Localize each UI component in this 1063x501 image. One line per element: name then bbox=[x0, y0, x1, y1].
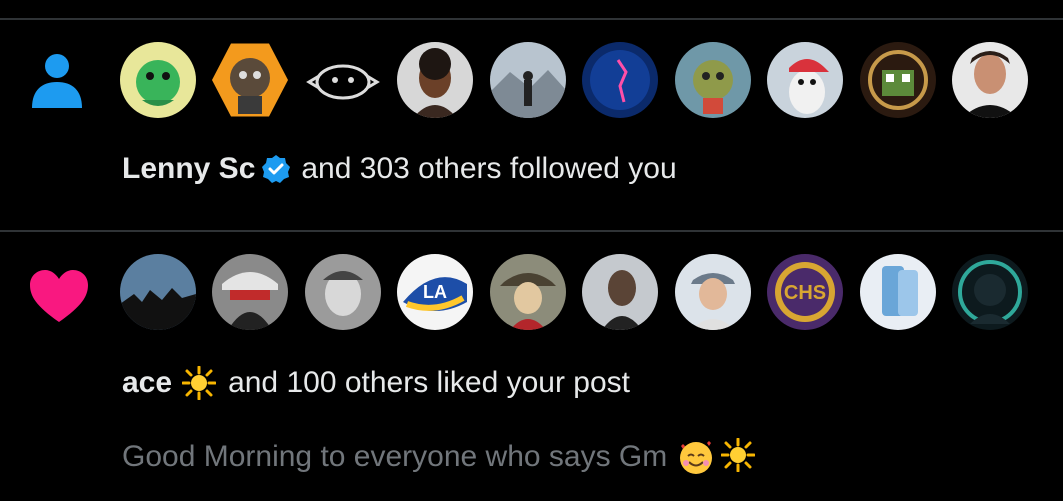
avatar-pixel-frog[interactable] bbox=[860, 42, 936, 118]
person-icon bbox=[30, 52, 84, 110]
sun-icon bbox=[181, 365, 217, 401]
avatar-anime-cap[interactable] bbox=[212, 254, 288, 330]
avatar-astronaut[interactable] bbox=[952, 254, 1028, 330]
like-summary-text: and 100 others liked your post bbox=[228, 366, 630, 399]
avatar-orange-ape[interactable] bbox=[212, 43, 288, 117]
avatar-man-mountains[interactable] bbox=[490, 42, 566, 118]
actor-name[interactable]: ace bbox=[122, 366, 172, 400]
avatar-yellow-creature[interactable] bbox=[120, 42, 196, 118]
avatar-woman[interactable] bbox=[397, 42, 473, 118]
avatar-phone[interactable] bbox=[860, 254, 936, 330]
follower-avatars bbox=[120, 42, 1040, 118]
follow-summary-text: and 303 others followed you bbox=[301, 152, 677, 185]
follow-summary: Lenny Sc and 303 others followed you bbox=[122, 152, 677, 186]
notification-like[interactable]: LA CHS ace and 100 others liked your pos… bbox=[0, 232, 1063, 501]
notification-follow[interactable]: Lenny Sc and 303 others followed you bbox=[0, 20, 1063, 230]
avatar-anime-hat[interactable] bbox=[490, 254, 566, 330]
avatar-green-ape[interactable] bbox=[675, 42, 751, 118]
liker-avatars: LA CHS bbox=[120, 254, 1040, 330]
post-preview[interactable]: Good Morning to everyone who says Gm bbox=[122, 437, 759, 476]
svg-text:CHS: CHS bbox=[784, 282, 826, 304]
post-preview-text: Good Morning to everyone who says Gm bbox=[122, 440, 668, 473]
svg-text:LA: LA bbox=[423, 282, 447, 302]
avatar-line-drawing[interactable] bbox=[305, 42, 381, 118]
verified-badge-icon bbox=[261, 154, 291, 184]
avatar-smiling-man[interactable] bbox=[952, 42, 1028, 118]
avatar-rams-logo[interactable]: LA bbox=[397, 254, 473, 330]
sun-icon bbox=[720, 437, 759, 476]
actor-name[interactable]: Lenny Sc bbox=[122, 152, 255, 186]
avatar-silhouettes[interactable] bbox=[120, 254, 196, 330]
avatar-man-dark[interactable] bbox=[582, 254, 658, 330]
avatar-penguin-red-cap[interactable] bbox=[767, 42, 843, 118]
avatar-grey-person[interactable] bbox=[305, 254, 381, 330]
avatar-chs-logo[interactable]: CHS bbox=[767, 254, 843, 330]
heart-icon bbox=[28, 268, 90, 324]
avatar-man-cap[interactable] bbox=[675, 254, 751, 330]
avatar-blue-deep-sea[interactable] bbox=[582, 42, 658, 118]
smiling-face-hearts-icon bbox=[677, 438, 715, 476]
like-summary: ace and 100 others liked your post bbox=[122, 365, 630, 401]
